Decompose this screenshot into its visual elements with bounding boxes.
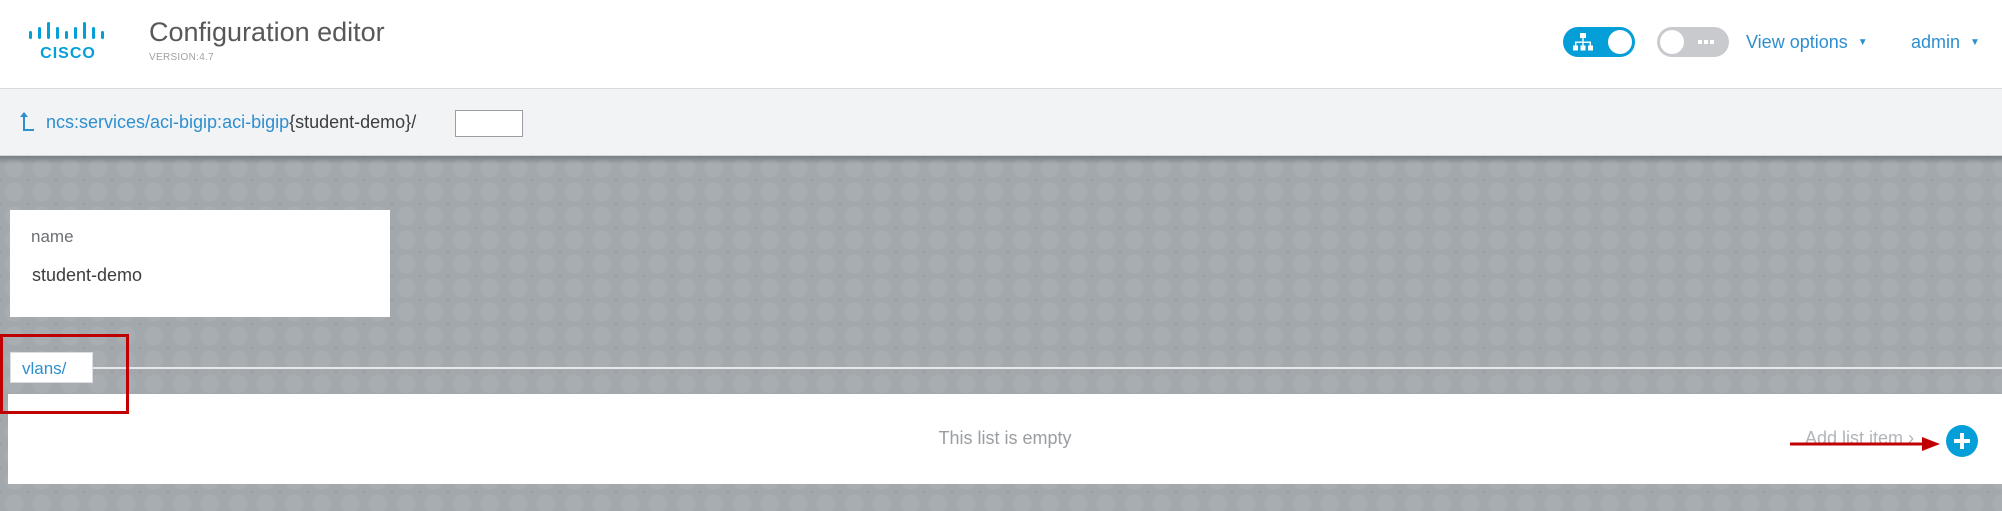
app-version: VERSION:4.7 bbox=[149, 52, 214, 63]
name-field-value: student-demo bbox=[32, 265, 143, 285]
vlans-list-panel: This list is empty Add list item › bbox=[8, 394, 2002, 484]
canvas-shadow bbox=[0, 156, 2002, 164]
app-header: CISCO Configuration editor VERSION:4.7 V… bbox=[0, 0, 2002, 89]
hierarchy-icon bbox=[1573, 33, 1593, 51]
view-options-menu[interactable]: View options ▼ bbox=[1746, 32, 1868, 53]
toggle-knob bbox=[1608, 30, 1632, 54]
arrow-up-icon[interactable] bbox=[18, 109, 36, 133]
breadcrumb-path-link[interactable]: ncs:services/aci-bigip:aci-bigip bbox=[46, 112, 289, 132]
name-field-card: name student-demo bbox=[10, 210, 390, 317]
brand-wordmark: CISCO bbox=[40, 45, 96, 62]
caret-down-icon: ▼ bbox=[1857, 37, 1868, 48]
annotation-arrow-icon bbox=[1790, 437, 1940, 451]
plus-circle-icon bbox=[1954, 433, 1970, 449]
view-options-label: View options bbox=[1746, 32, 1848, 52]
toggle-knob bbox=[1660, 30, 1684, 54]
empty-list-message: This list is empty bbox=[938, 428, 1072, 448]
breadcrumb: ncs:services/aci-bigip:aci-bigip{student… bbox=[46, 112, 416, 133]
app-title: Configuration editor bbox=[149, 17, 385, 47]
more-toggle[interactable] bbox=[1657, 27, 1729, 57]
annotation-highlight-box bbox=[0, 334, 129, 414]
path-input[interactable] bbox=[455, 110, 523, 137]
name-field-label: name bbox=[31, 227, 74, 246]
cisco-bars-icon bbox=[29, 22, 104, 39]
add-list-item-button[interactable] bbox=[1946, 425, 1978, 457]
section-divider bbox=[93, 367, 2002, 369]
breadcrumb-separator: / bbox=[411, 112, 417, 132]
cisco-logo: CISCO bbox=[28, 20, 108, 64]
user-menu[interactable]: admin ▼ bbox=[1911, 32, 1980, 53]
ellipsis-icon bbox=[1698, 40, 1714, 44]
breadcrumb-key: {student-demo} bbox=[289, 112, 412, 132]
tree-view-toggle[interactable] bbox=[1563, 27, 1635, 57]
user-label: admin bbox=[1911, 32, 1961, 52]
caret-down-icon: ▼ bbox=[1970, 37, 1980, 48]
